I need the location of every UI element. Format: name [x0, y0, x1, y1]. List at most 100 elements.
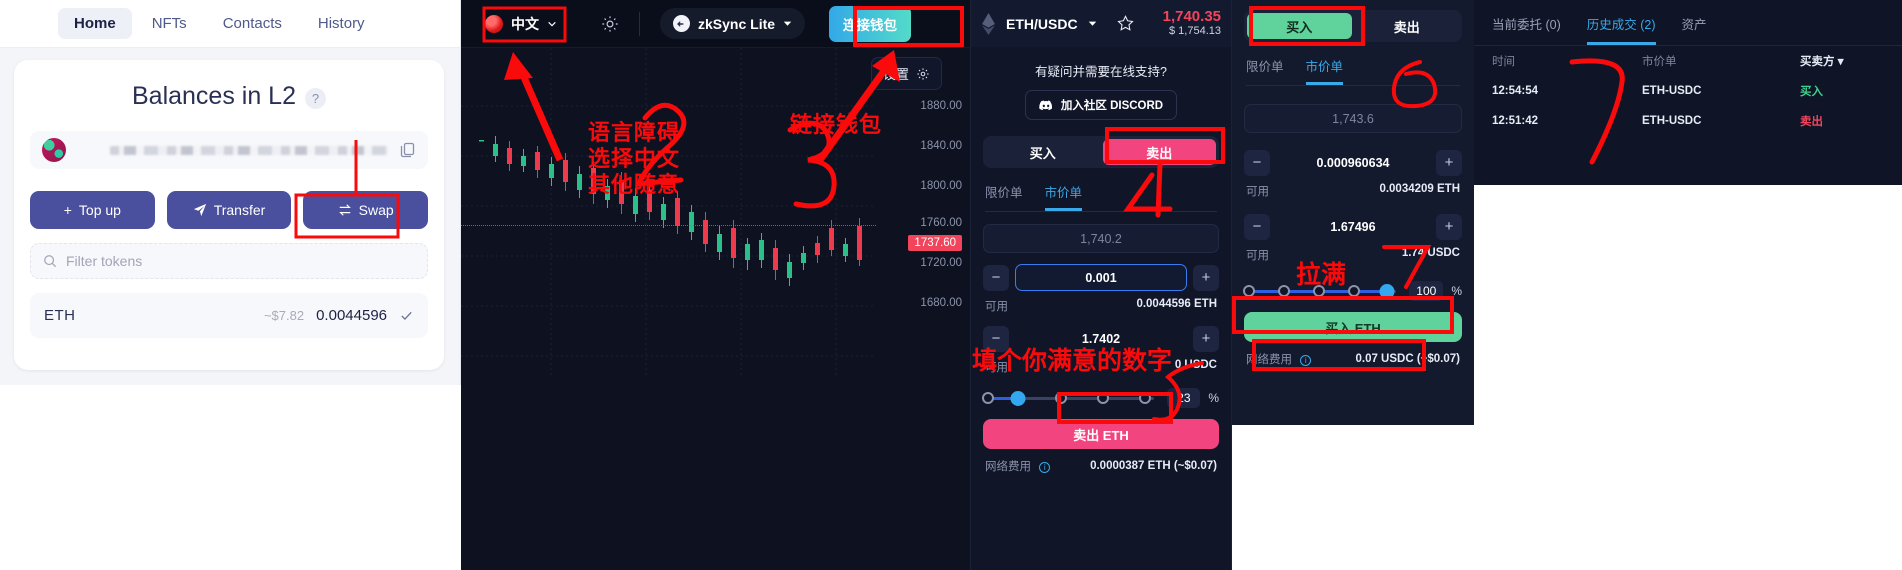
axis-tick-label: 1680.00: [920, 297, 962, 309]
copy-icon[interactable]: [400, 142, 416, 158]
chevron-down-icon: ▾: [1837, 56, 1844, 68]
pair-header: ETH/USDC 1,740.35 $ 1,754.13: [971, 0, 1231, 47]
total-input[interactable]: 1.7402: [1015, 325, 1187, 352]
slider-knob-75[interactable]: [1097, 392, 1109, 404]
pair-price-block: 1,740.35 $ 1,754.13: [1163, 9, 1221, 38]
increment-button[interactable]: +: [1436, 213, 1462, 240]
tab-open-orders[interactable]: 当前委托 (0): [1492, 14, 1561, 45]
slider-knob-0[interactable]: [982, 392, 994, 404]
increment-button[interactable]: +: [1193, 325, 1219, 352]
sell-tab[interactable]: 卖出: [1102, 139, 1216, 165]
network-fee-row: 网络费用 i 0.0000387 ETH (~$0.07): [985, 458, 1217, 474]
network-selector[interactable]: zkSync Lite: [660, 8, 806, 39]
available-label: 可用: [1246, 186, 1269, 198]
sell-eth-button[interactable]: 卖出 ETH: [983, 419, 1219, 449]
tab-assets[interactable]: 资产: [1682, 14, 1707, 45]
decrement-button[interactable]: −: [983, 325, 1009, 352]
axis-tick-label: 1800.00: [920, 180, 962, 192]
filter-tokens-input[interactable]: Filter tokens: [30, 243, 428, 279]
pair-price-usd: $ 1,754.13: [1169, 25, 1221, 37]
buy-eth-button[interactable]: 买入 ETH: [1244, 312, 1462, 342]
history-table: 时间 市价单 买卖方 ▾ 12:54:54 ETH-USDC 买入 12:51:…: [1474, 46, 1902, 136]
decrement-button[interactable]: −: [983, 264, 1009, 291]
table-row[interactable]: 12:51:42 ETH-USDC 卖出: [1492, 106, 1884, 136]
percent-slider-row: 23 %: [982, 388, 1219, 408]
increment-button[interactable]: +: [1436, 149, 1462, 176]
sell-tab[interactable]: 卖出: [1355, 13, 1460, 39]
tab-market-order[interactable]: 市价单: [1305, 56, 1344, 85]
tab-market-order[interactable]: 市价单: [1044, 182, 1083, 211]
table-row[interactable]: 12:54:54 ETH-USDC 买入: [1492, 76, 1884, 106]
tab-history[interactable]: History: [302, 8, 381, 39]
filter-tokens-placeholder: Filter tokens: [66, 253, 143, 269]
available-label: 可用: [985, 362, 1008, 374]
connect-wallet-button[interactable]: 连接钱包: [829, 5, 912, 42]
buy-tab[interactable]: 买入: [1247, 13, 1352, 39]
zksync-wallet-panel: Home NFTs Contacts History Balances in L…: [0, 0, 461, 385]
slider-knob-50[interactable]: [1055, 392, 1067, 404]
support-text: 有疑问并需要在线支持?: [1035, 65, 1167, 79]
available-quote-value: 0 USDC: [1174, 359, 1217, 371]
tab-contacts[interactable]: Contacts: [207, 8, 298, 39]
help-icon[interactable]: ?: [305, 87, 326, 109]
list-item[interactable]: ETH ~$7.82 0.0044596: [30, 293, 428, 338]
slider-knob-active[interactable]: [1010, 391, 1026, 406]
tab-trade-history[interactable]: 历史成交 (2): [1586, 14, 1656, 45]
slider-knob-25[interactable]: [1278, 285, 1290, 297]
price-chart[interactable]: 1880.00 1840.00 1800.00 1760.00 1737.60 …: [461, 48, 970, 570]
theme-toggle-icon[interactable]: [601, 15, 619, 33]
slider-knob-50[interactable]: [1313, 285, 1325, 297]
buy-tab[interactable]: 买入: [986, 139, 1100, 165]
tab-limit-order[interactable]: 限价单: [985, 182, 1023, 211]
percent-value[interactable]: 100: [1409, 281, 1444, 301]
amount-input[interactable]: 0.000960634: [1276, 149, 1430, 176]
send-icon: [193, 203, 206, 217]
history-tabs: 当前委托 (0) 历史成交 (2) 资产: [1474, 0, 1902, 46]
tab-home[interactable]: Home: [58, 8, 132, 39]
pair-name[interactable]: ETH/USDC: [1006, 16, 1078, 32]
swap-button[interactable]: Swap: [303, 191, 429, 229]
info-icon[interactable]: i: [1039, 462, 1051, 473]
tab-limit-order[interactable]: 限价单: [1246, 56, 1284, 85]
available-quote-row: 可用 1.74 USDC: [1246, 247, 1460, 263]
check-icon: [401, 311, 412, 321]
sell-order-panel: ETH/USDC 1,740.35 $ 1,754.13 有疑问并需要在线支持?…: [970, 0, 1232, 570]
slider-knob-active[interactable]: [1379, 284, 1395, 299]
chevron-down-icon[interactable]: [1088, 19, 1097, 28]
percent-slider[interactable]: [1243, 282, 1401, 300]
slider-knob-75[interactable]: [1348, 285, 1360, 297]
slider-knob-0[interactable]: [1243, 285, 1255, 297]
tab-nfts[interactable]: NFTs: [136, 8, 203, 39]
total-input[interactable]: 1.67496: [1276, 213, 1430, 240]
swap-icon: [338, 204, 351, 216]
increment-button[interactable]: +: [1193, 264, 1219, 291]
token-amount: 0.0044596: [316, 307, 387, 324]
order-type-tabs: 限价单 市价单: [1246, 56, 1460, 86]
slider-knob-100[interactable]: [1139, 392, 1151, 404]
percent-sign: %: [1451, 284, 1462, 298]
page-title-text: Balances in L2: [131, 82, 296, 110]
token-usd-value: ~$7.82: [263, 308, 305, 323]
language-selector[interactable]: 中文: [475, 9, 567, 39]
percent-value[interactable]: 23: [1167, 388, 1201, 408]
decrement-button[interactable]: −: [1244, 213, 1270, 240]
wallet-address-masked: [110, 145, 388, 155]
favorite-star-icon[interactable]: [1116, 15, 1134, 32]
network-fee-row: 网络费用 i 0.07 USDC (~$0.07): [1246, 351, 1460, 367]
decrement-button[interactable]: −: [1244, 149, 1270, 176]
axis-tick-label: 1840.00: [920, 140, 962, 152]
transfer-button[interactable]: Transfer: [166, 191, 292, 229]
percent-slider[interactable]: [982, 389, 1159, 407]
amount-input[interactable]: 0.001: [1015, 264, 1187, 291]
info-icon[interactable]: i: [1300, 355, 1312, 366]
column-side[interactable]: 买卖方 ▾: [1800, 53, 1884, 69]
market-price-field: 1,740.2: [983, 224, 1219, 253]
network-fee-value: 0.07 USDC (~$0.07): [1355, 353, 1460, 365]
chevron-down-icon: [548, 21, 556, 26]
column-side-label: 买卖方: [1800, 56, 1835, 68]
network-fee-label-group: 网络费用 i: [1246, 351, 1312, 367]
join-discord-button[interactable]: 加入社区 DISCORD: [1024, 90, 1178, 120]
exchange-panel: 中文 zkSync Lite 连接钱包 设置 1880.00 1840.00 1…: [461, 0, 970, 570]
zksync-logo-icon: [673, 15, 690, 32]
top-up-button[interactable]: + Top up: [30, 191, 155, 229]
